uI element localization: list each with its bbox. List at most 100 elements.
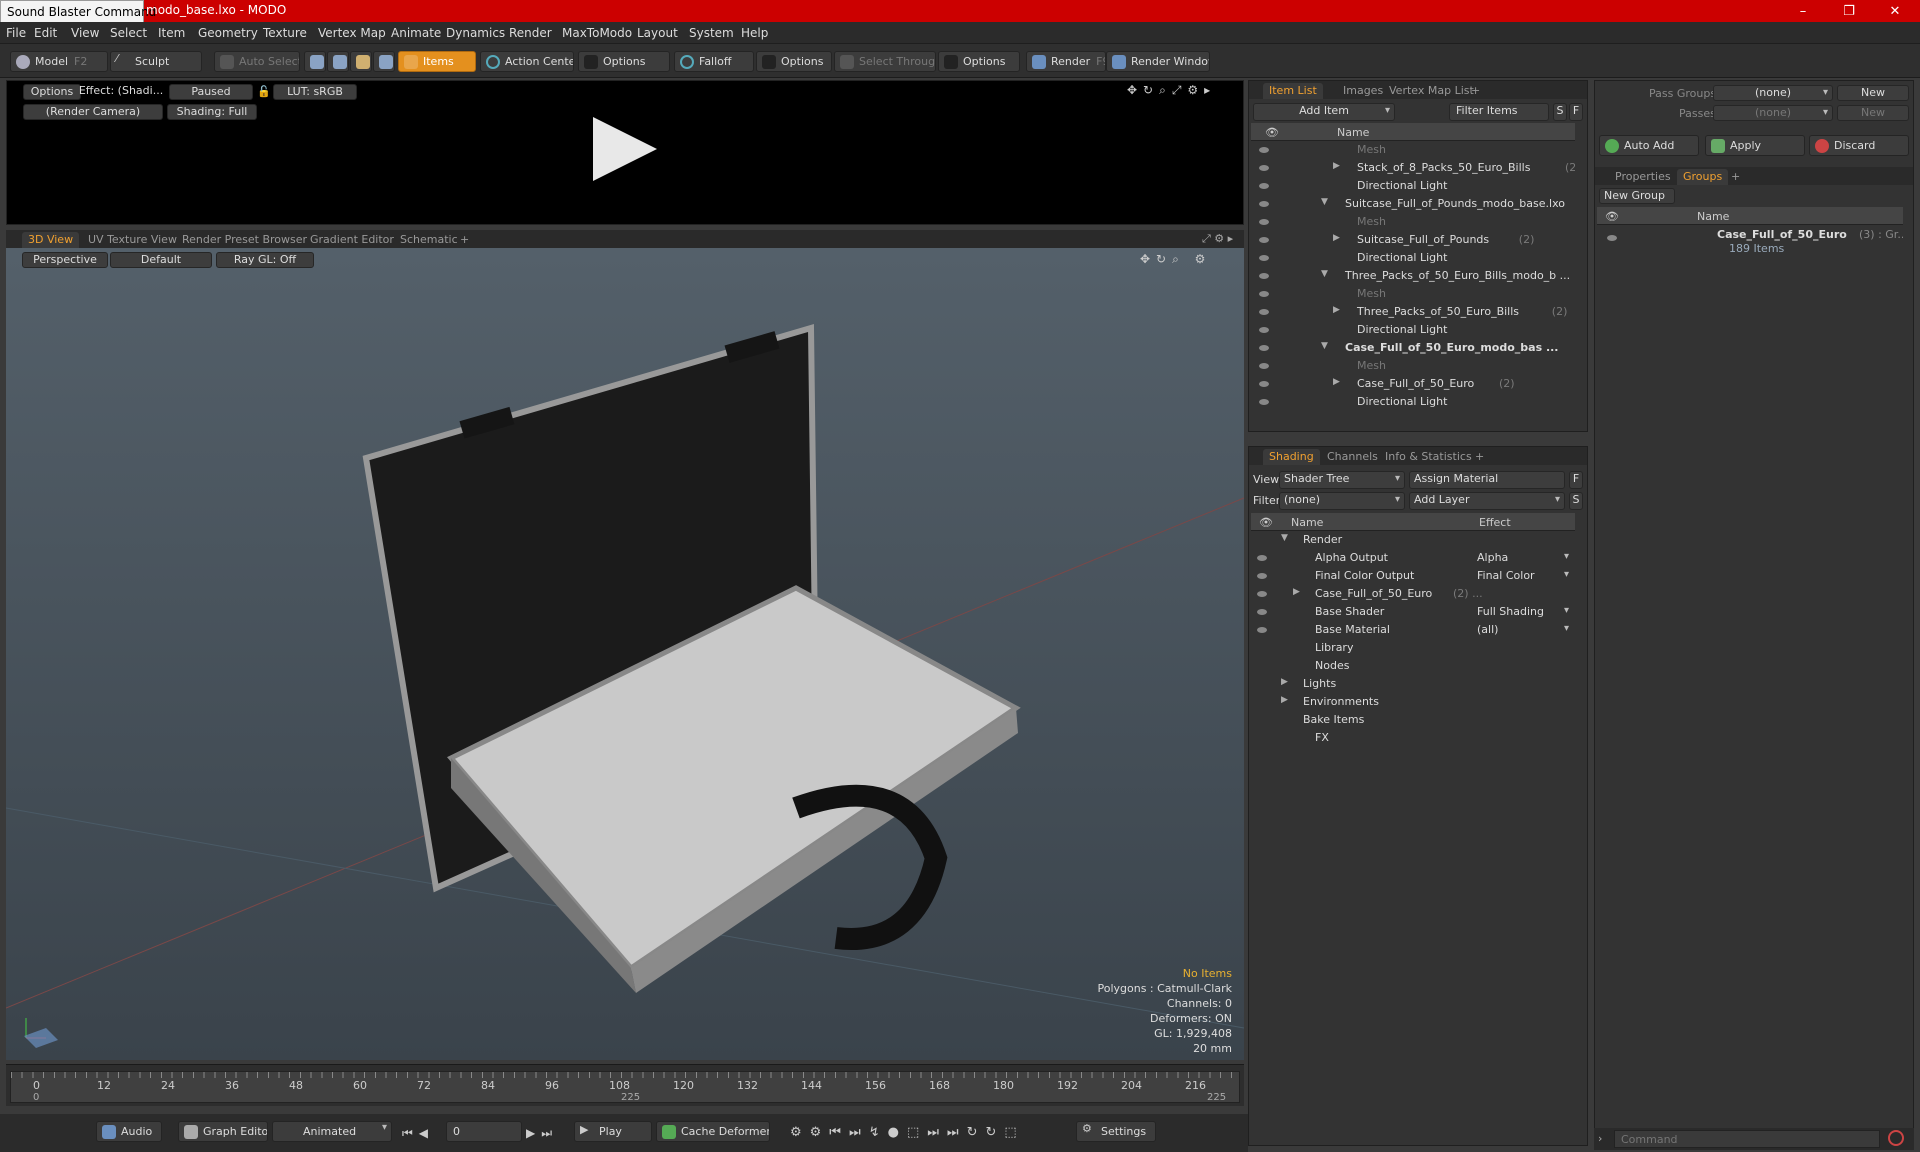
render-window-button[interactable]: Render Window	[1106, 51, 1210, 72]
item-row[interactable]: Directional Light	[1251, 249, 1575, 267]
eye-icon[interactable]	[1257, 573, 1267, 579]
eye-icon[interactable]	[1259, 309, 1269, 315]
preview-paused-button[interactable]: Paused	[169, 84, 253, 100]
tab-gradient-editor[interactable]: Gradient Editor	[304, 232, 400, 248]
eye-icon[interactable]	[1259, 381, 1269, 387]
eye-icon[interactable]	[1259, 327, 1269, 333]
tab-add[interactable]: +	[1725, 169, 1746, 185]
filter-dropdown[interactable]: (none)	[1279, 492, 1405, 510]
next-key-icons[interactable]: ▶⏭	[526, 1126, 558, 1141]
menu-view[interactable]: View	[71, 26, 99, 40]
minimize-button[interactable]: –	[1780, 0, 1826, 22]
menu-help[interactable]: Help	[741, 26, 768, 40]
render-button[interactable]: RenderF9	[1026, 51, 1106, 72]
auto-add-button[interactable]: Auto Add	[1599, 135, 1699, 156]
eye-icon[interactable]	[1607, 235, 1617, 241]
polygons-mode-button[interactable]	[350, 51, 372, 72]
frame-input[interactable]: 0	[446, 1121, 522, 1142]
shading-f-button[interactable]: F	[1569, 471, 1583, 489]
eye-icon[interactable]	[1259, 345, 1269, 351]
menu-maxtomodo[interactable]: MaxToModo	[562, 26, 632, 40]
menu-file[interactable]: File	[6, 26, 26, 40]
menu-layout[interactable]: Layout	[637, 26, 678, 40]
filter-items-input[interactable]: Filter Items	[1449, 103, 1549, 121]
effect-dropdown[interactable]: Full Shading	[1477, 605, 1573, 618]
menu-edit[interactable]: Edit	[34, 26, 57, 40]
expand-arrow-icon[interactable]: ▶	[1281, 677, 1288, 687]
menu-geometry[interactable]: Geometry	[198, 26, 258, 40]
action-center-options-button[interactable]: Options	[578, 51, 670, 72]
transport-icons[interactable]: ⚙⚙⏮⏭↯●⬚⏭⏭↻↻⬚	[790, 1125, 1025, 1140]
menu-system[interactable]: System	[689, 26, 734, 40]
eye-icon[interactable]	[1257, 609, 1267, 615]
shader-row[interactable]: Library	[1251, 639, 1575, 657]
apply-button[interactable]: Apply	[1705, 135, 1805, 156]
animated-dropdown[interactable]: Animated	[272, 1121, 392, 1142]
item-row[interactable]: Mesh	[1251, 285, 1575, 303]
shader-row[interactable]: Base Material (all)	[1251, 621, 1575, 639]
menu-render[interactable]: Render	[509, 26, 552, 40]
expand-arrow-icon[interactable]: ▼	[1281, 533, 1288, 543]
tab-images[interactable]: Images	[1337, 83, 1389, 99]
filter-f-button[interactable]: F	[1569, 103, 1583, 121]
tab-add[interactable]: +	[1469, 449, 1490, 465]
expand-arrow-icon[interactable]: ▶	[1333, 305, 1340, 315]
shader-row[interactable]: FX	[1251, 729, 1575, 747]
tab-groups[interactable]: Groups	[1677, 169, 1729, 185]
expand-arrow-icon[interactable]: ▶	[1333, 377, 1340, 387]
prev-key-icons[interactable]: ⏮◀	[402, 1126, 434, 1141]
item-row[interactable]: ▶ Three_Packs_of_50_Euro_Bills (2)	[1251, 303, 1575, 321]
tab-render-preset-browser[interactable]: Render Preset Browser	[176, 232, 313, 248]
expand-arrow-icon[interactable]: ▶	[1281, 695, 1288, 705]
preview-shading-dropdown[interactable]: Shading: Full	[167, 104, 257, 120]
vertices-mode-button[interactable]	[304, 51, 326, 72]
item-row[interactable]: ▼ Three_Packs_of_50_Euro_Bills_modo_b ...	[1251, 267, 1575, 285]
effect-dropdown[interactable]: Alpha	[1477, 551, 1573, 564]
item-row[interactable]: ▶ Suitcase_Full_of_Pounds (2)	[1251, 231, 1575, 249]
eye-icon[interactable]	[1259, 363, 1269, 369]
tab-3d-view[interactable]: 3D View	[22, 232, 80, 248]
eye-icon[interactable]	[1259, 273, 1269, 279]
tab-add[interactable]: +	[454, 232, 475, 248]
graph-editor-button[interactable]: Graph Editor	[178, 1121, 268, 1142]
item-row[interactable]: ▼ Case_Full_of_50_Euro_modo_bas ...	[1251, 339, 1575, 357]
select-through-button[interactable]: Select Through	[834, 51, 936, 72]
falloff-options-button[interactable]: Options	[756, 51, 832, 72]
tab-uv-texture-view[interactable]: UV Texture View	[82, 232, 183, 248]
item-row[interactable]: Mesh	[1251, 141, 1575, 159]
shading-s-button[interactable]: S	[1569, 492, 1583, 510]
item-row[interactable]: Directional Light	[1251, 393, 1575, 411]
settings-button[interactable]: ⚙ Settings	[1076, 1121, 1156, 1142]
new-pass-group-button[interactable]: New	[1837, 85, 1909, 101]
expand-arrow-icon[interactable]: ▶	[1333, 233, 1340, 243]
model-mode-button[interactable]: Model F2	[10, 51, 108, 72]
command-input[interactable]	[1614, 1130, 1880, 1148]
new-group-button[interactable]: New Group	[1599, 188, 1675, 204]
expand-arrow-icon[interactable]: ▼	[1321, 341, 1328, 351]
eye-icon[interactable]	[1257, 555, 1267, 561]
discard-button[interactable]: Discard	[1809, 135, 1909, 156]
shader-row[interactable]: ▼ Render	[1251, 531, 1575, 549]
edges-mode-button[interactable]	[327, 51, 349, 72]
expand-arrow-icon[interactable]: ▼	[1321, 269, 1328, 279]
new-pass-button[interactable]: New	[1837, 105, 1909, 121]
menu-select[interactable]: Select	[110, 26, 147, 40]
tab-add[interactable]: +	[1465, 83, 1486, 99]
eye-icon[interactable]	[1257, 591, 1267, 597]
filter-s-button[interactable]: S	[1553, 103, 1567, 121]
shader-row[interactable]: ▶ Case_Full_of_50_Euro (2) ...	[1251, 585, 1575, 603]
passes-dropdown[interactable]: (none)	[1713, 105, 1833, 121]
eye-icon[interactable]	[1259, 399, 1269, 405]
tab-channels[interactable]: Channels	[1321, 449, 1384, 465]
shader-row[interactable]: ▶ Environments	[1251, 693, 1575, 711]
effect-dropdown[interactable]: (all)	[1477, 623, 1573, 636]
expand-arrow-icon[interactable]: ▼	[1321, 197, 1328, 207]
auto-select-button[interactable]: Auto Select	[214, 51, 300, 72]
item-row[interactable]: Mesh	[1251, 213, 1575, 231]
expand-arrow-icon[interactable]: ▶	[1333, 161, 1340, 171]
view-dropdown[interactable]: Shader Tree	[1279, 471, 1405, 489]
eye-icon[interactable]	[1259, 201, 1269, 207]
preview-camera-dropdown[interactable]: (Render Camera)	[23, 104, 163, 120]
eye-icon[interactable]	[1259, 255, 1269, 261]
maximize-button[interactable]: ❐	[1826, 0, 1872, 22]
